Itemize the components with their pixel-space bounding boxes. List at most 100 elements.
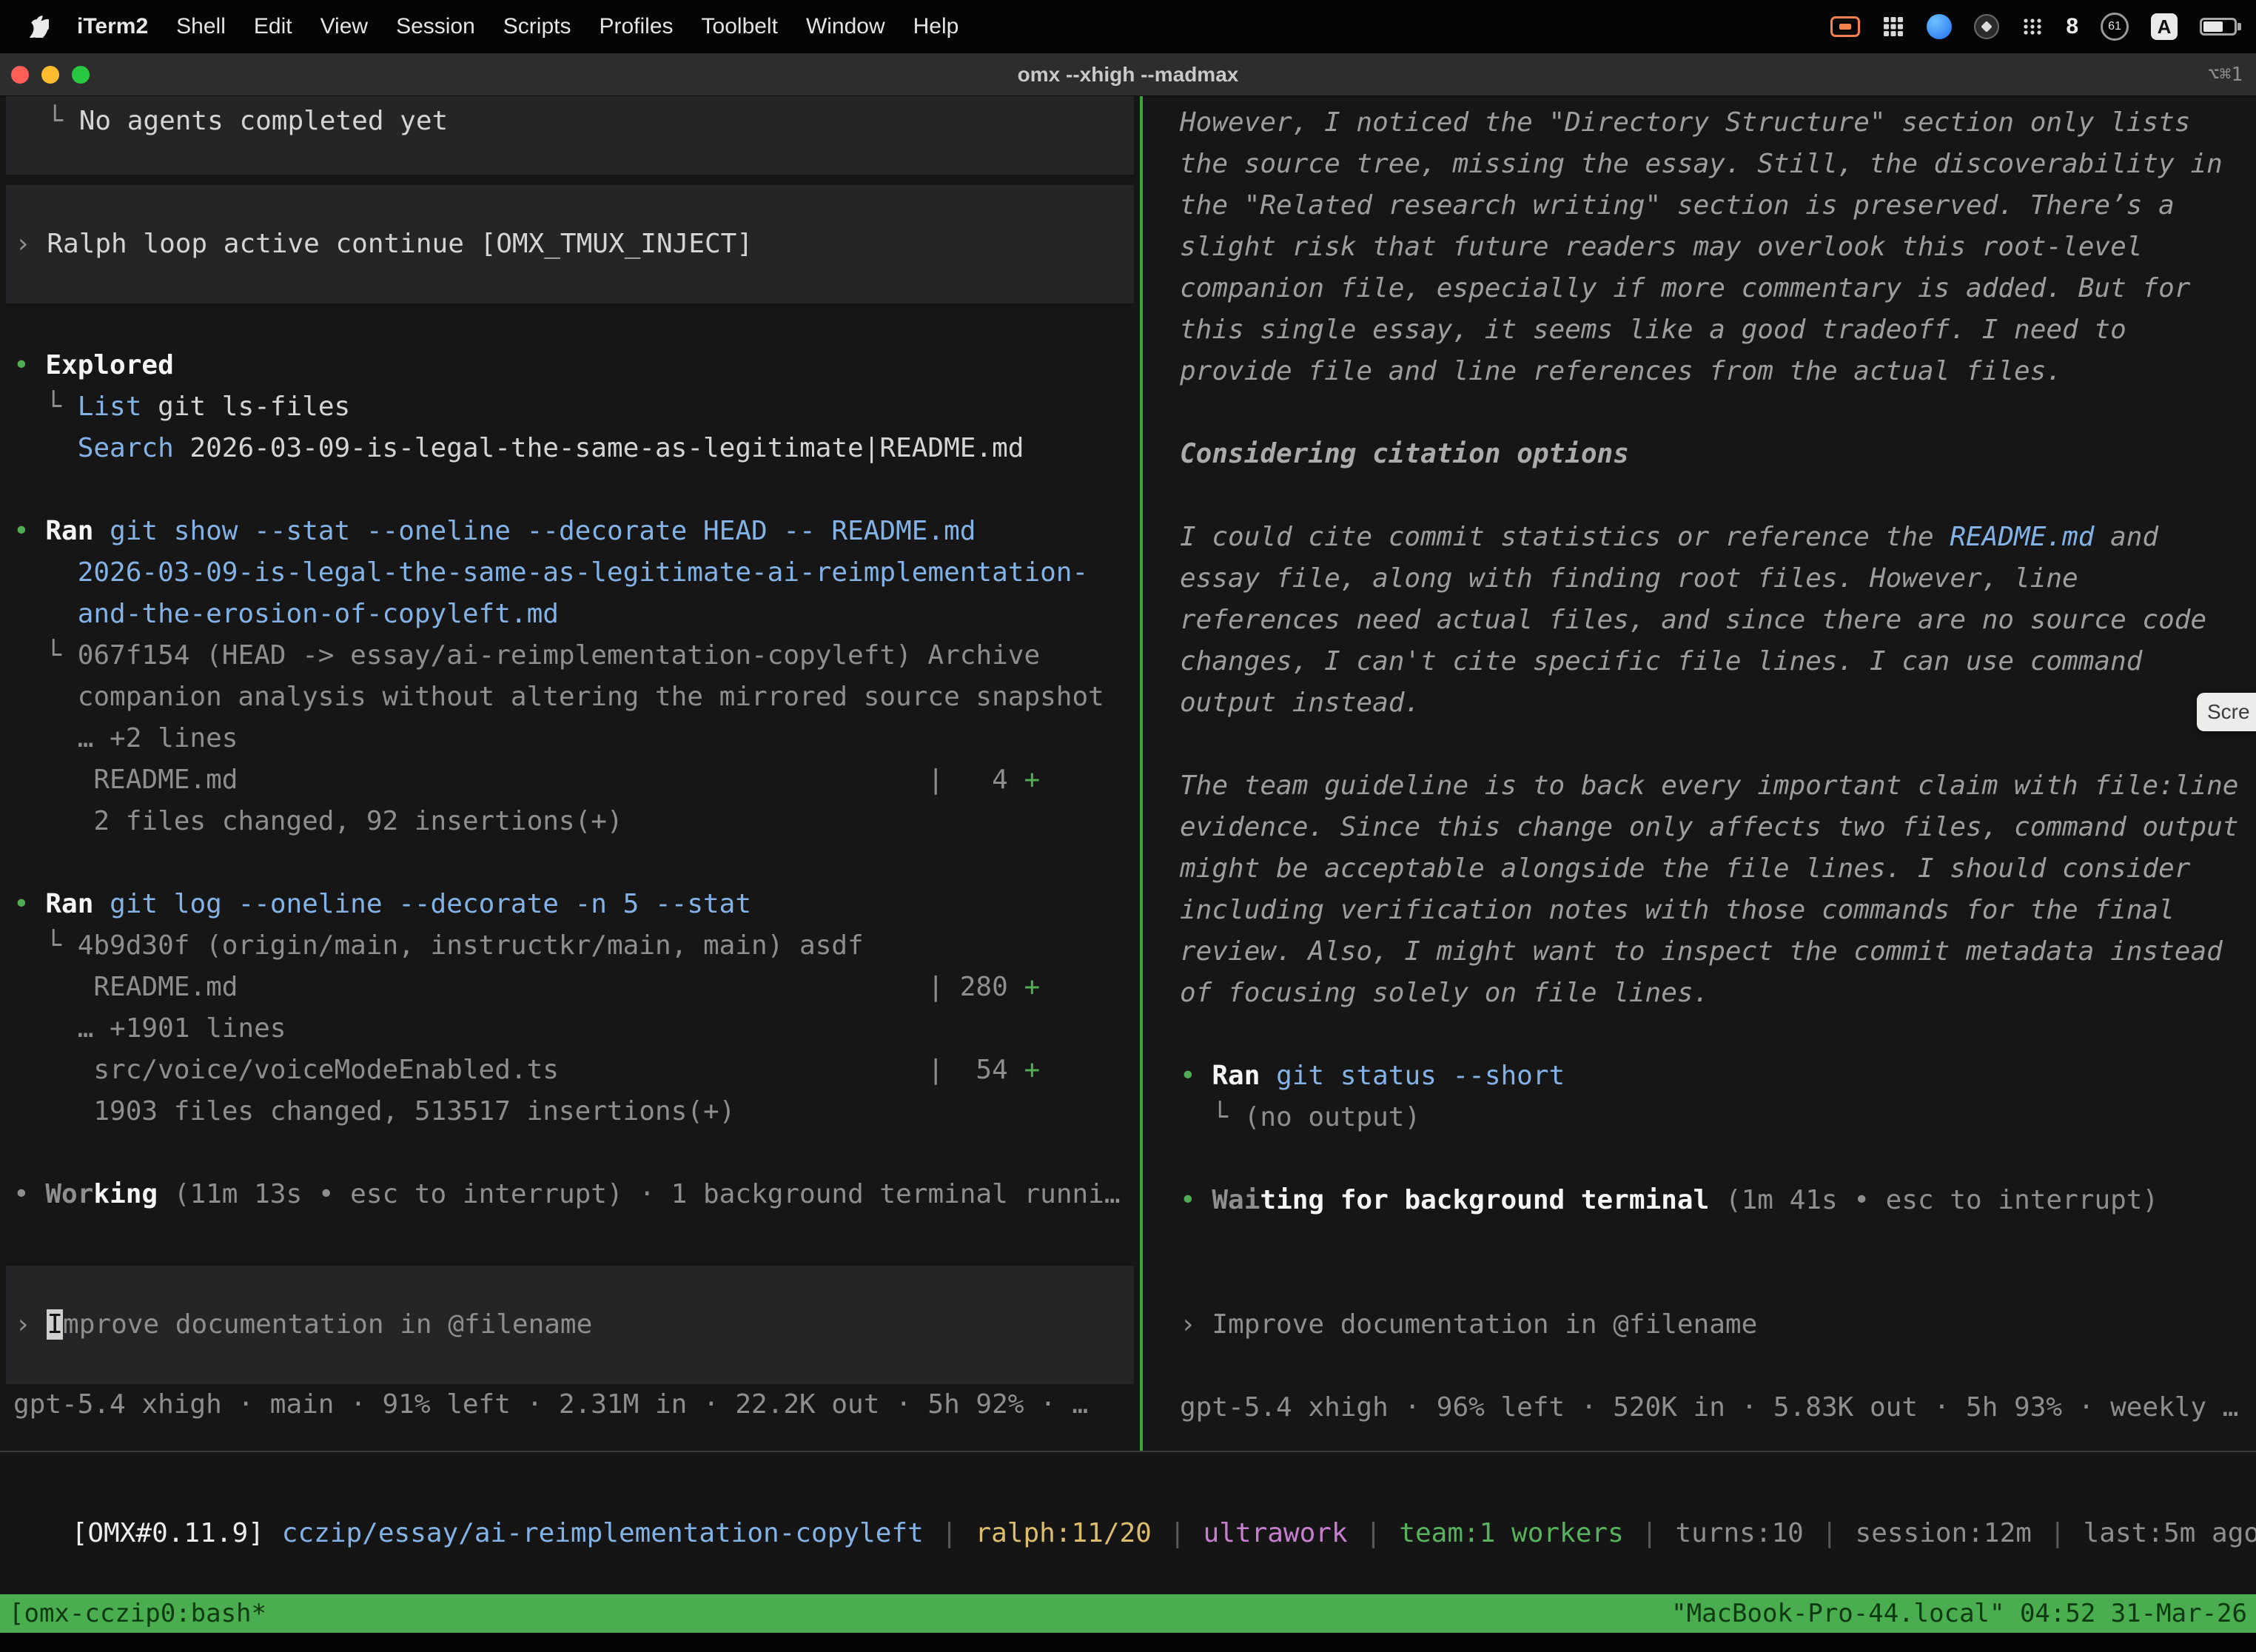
apple-menu-icon[interactable] <box>30 16 49 38</box>
window-shortcut-badge: ⌥⌘1 <box>2208 64 2243 86</box>
blank-line <box>1143 475 2256 517</box>
prompt-input[interactable]: › Improve documentation in @filename <box>6 1266 1134 1384</box>
omx-version: [OMX#0.11.9] <box>72 1518 264 1548</box>
menu-item-view[interactable]: View <box>320 14 368 39</box>
blank-line <box>1143 1263 2256 1304</box>
terminal-line: 2 files changed, 92 insertions(+) <box>0 801 1140 842</box>
tmux-hostname-clock: "MacBook-Pro-44.local" 04:52 31-Mar-26 <box>1671 1594 2247 1633</box>
ran-command: • Ran git log --oneline --decorate -n 5 … <box>0 884 1140 925</box>
minimize-window-button[interactable] <box>41 66 59 84</box>
terminal-line: provide file and line references from th… <box>1143 351 2256 392</box>
terminal-line: including verification notes with those … <box>1143 890 2256 931</box>
tmux-status-bar: [omx-cczip0:bash* "MacBook-Pro-44.local"… <box>0 1594 2256 1633</box>
window-title-bar: omx --xhigh --madmax ⌥⌘1 <box>0 53 2256 96</box>
menu-item-profiles[interactable]: Profiles <box>599 14 673 39</box>
omx-separator: | <box>1366 1518 1382 1548</box>
blank-line <box>1143 1346 2256 1387</box>
omx-ralph-counter: ralph:11/20 <box>975 1518 1151 1548</box>
bottom-strip <box>0 1633 2256 1652</box>
waiting-status: • Waiting for background terminal (1m 41… <box>1143 1180 2256 1221</box>
terminal-line: the "Related research writing" section i… <box>1143 185 2256 226</box>
window-title: omx --xhigh --madmax <box>1018 63 1239 87</box>
terminal-line: changes, I can't cite specific file line… <box>1143 641 2256 682</box>
terminal-line: review. Also, I might want to inspect th… <box>1143 931 2256 973</box>
terminal-line: src/voice/voiceModeEnabled.ts | 54 + <box>0 1050 1140 1091</box>
terminal-line: the source tree, missing the essay. Stil… <box>1143 144 2256 185</box>
dots-grid-icon[interactable] <box>2021 17 2044 36</box>
ralph-loop-banner: › Ralph loop active continue [OMX_TMUX_I… <box>6 185 1134 303</box>
terminal-line: essay file, along with finding root file… <box>1143 558 2256 600</box>
dark-app-icon[interactable] <box>1974 14 1999 39</box>
omx-separator: | <box>2049 1518 2066 1548</box>
terminal-line: this single essay, it seems like a good … <box>1143 309 2256 351</box>
terminal-line: I could cite commit statistics or refere… <box>1143 517 2256 558</box>
screen-share-overlay[interactable]: Scre <box>2197 693 2256 731</box>
menu-item-scripts[interactable]: Scripts <box>503 14 571 39</box>
zoom-window-button[interactable] <box>72 66 90 84</box>
terminal-line: └ 4b9d30f (origin/main, instructkr/main,… <box>0 925 1140 967</box>
blank-line <box>0 469 1140 511</box>
battery-gauge-icon[interactable]: 61 <box>2101 13 2129 41</box>
ran-command: • Ran git status --short <box>1143 1055 2256 1097</box>
omx-team-workers: team:1 workers <box>1399 1518 1623 1548</box>
agents-panel: └ No agents completed yet <box>6 96 1134 175</box>
menu-item-shell[interactable]: Shell <box>176 14 226 39</box>
menu-item-help[interactable]: Help <box>913 14 959 39</box>
blank-line <box>1143 1138 2256 1180</box>
terminal-line: └ List git ls-files <box>0 386 1140 428</box>
terminal-line: └ (no output) <box>1143 1097 2256 1138</box>
prompt-input[interactable]: › Improve documentation in @filename <box>1143 1304 2256 1346</box>
terminal-line: of focusing solely on file lines. <box>1143 973 2256 1014</box>
explored-heading: • Explored <box>0 345 1140 386</box>
blank-line <box>1143 724 2256 765</box>
omx-separator: | <box>1169 1518 1186 1548</box>
terminal-line: … +2 lines <box>0 718 1140 759</box>
terminal-line: The team guideline is to back every impo… <box>1143 765 2256 807</box>
omx-separator: | <box>1822 1518 1838 1548</box>
menu-item-window[interactable]: Window <box>806 14 885 39</box>
terminal-line: README.md | 4 + <box>0 759 1140 801</box>
blank-line <box>0 1132 1140 1174</box>
omx-turns: turns:10 <box>1675 1518 1803 1548</box>
blank-line <box>0 842 1140 884</box>
omx-mode-badge: ultrawork <box>1203 1518 1348 1548</box>
menu-item-edit[interactable]: Edit <box>254 14 292 39</box>
menu-status-icons: 8 61 A <box>1830 13 2237 41</box>
right-pane[interactable]: However, I noticed the "Directory Struct… <box>1143 96 2256 1451</box>
omx-worktree-path: cczip/essay/ai-reimplementation-copyleft <box>282 1518 924 1548</box>
terminal-line: companion file, especially if more comme… <box>1143 268 2256 309</box>
terminal-line: might be acceptable alongside the file l… <box>1143 848 2256 890</box>
terminal-line: └ 067f154 (HEAD -> essay/ai-reimplementa… <box>0 635 1140 676</box>
menu-app-name[interactable]: iTerm2 <box>77 14 148 39</box>
omx-last-activity: last:5m ago <box>2084 1518 2256 1548</box>
menu-item-session[interactable]: Session <box>396 14 475 39</box>
menu-bar: iTerm2 Shell Edit View Session Scripts P… <box>0 0 2256 53</box>
omx-separator: | <box>1642 1518 1658 1548</box>
omx-status-bar: [OMX#0.11.9] cczip/essay/ai-reimplementat… <box>0 1451 2256 1594</box>
omx-separator: | <box>941 1518 958 1548</box>
ran-command: • Ran git show --stat --oneline --decora… <box>0 511 1140 552</box>
terminal-line: slight risk that future readers may over… <box>1143 226 2256 268</box>
stat-digit-icon[interactable]: 8 <box>2066 14 2078 39</box>
terminal-line: references need actual files, and since … <box>1143 600 2256 641</box>
apps-grid-icon[interactable] <box>1882 16 1904 38</box>
blank-line <box>0 303 1140 345</box>
close-window-button[interactable] <box>11 66 29 84</box>
menu-left: iTerm2 Shell Edit View Session Scripts P… <box>30 14 959 39</box>
traffic-lights <box>11 66 90 84</box>
left-pane[interactable]: └ No agents completed yet › Ralph loop ac… <box>0 96 1140 1451</box>
menu-item-toolbelt[interactable]: Toolbelt <box>702 14 778 39</box>
blank-line <box>1143 1014 2256 1055</box>
battery-icon[interactable] <box>2200 18 2237 36</box>
input-source-icon[interactable]: A <box>2151 13 2178 40</box>
blue-app-icon[interactable] <box>1927 14 1952 39</box>
terminal-line: Search 2026-03-09-is-legal-the-same-as-l… <box>0 428 1140 469</box>
terminal-line: … +1901 lines <box>0 1008 1140 1050</box>
iterm2-window: iTerm2 Shell Edit View Session Scripts P… <box>0 0 2256 1652</box>
battery-percent-label: 61 <box>2108 20 2121 33</box>
tmux-session-window[interactable]: [omx-cczip0:bash* <box>9 1594 266 1633</box>
working-status: • Working (11m 13s • esc to interrupt) ·… <box>0 1174 1140 1215</box>
screen-recording-icon[interactable] <box>1830 16 1860 37</box>
blank-line <box>1143 392 2256 434</box>
blank-line <box>1143 1221 2256 1263</box>
